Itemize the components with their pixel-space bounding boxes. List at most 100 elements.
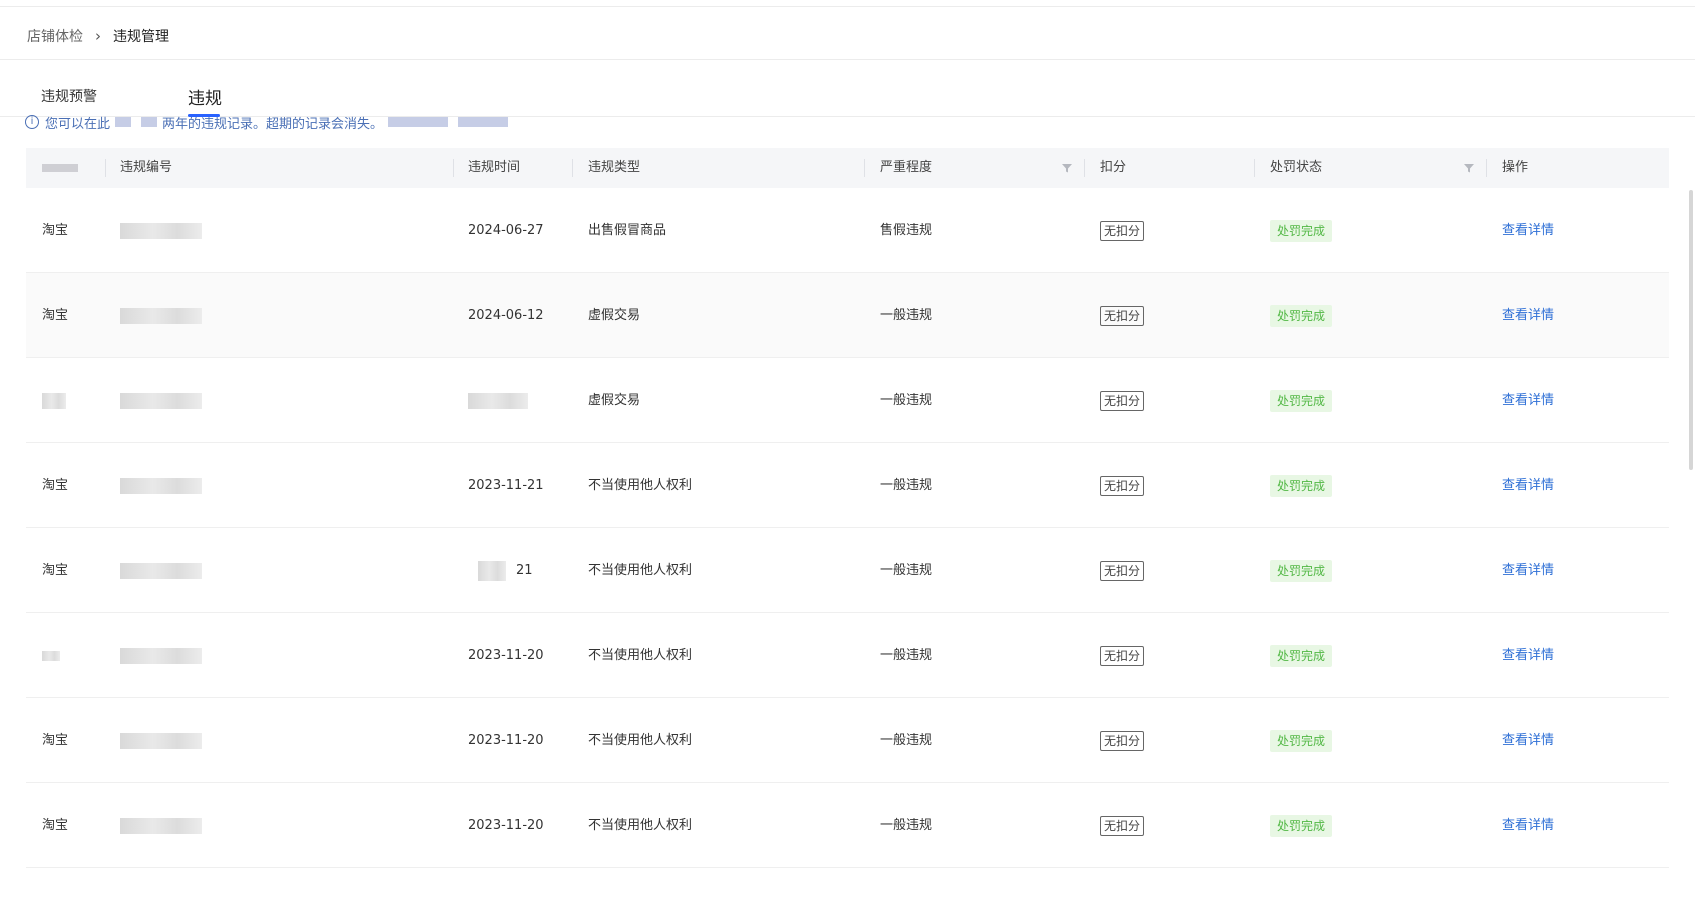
notice-text-start: 您可以在此 xyxy=(45,116,111,132)
deduct-tag: 无扣分 xyxy=(1100,645,1145,666)
table-header: 违规编号 违规时间 违规类型 严重程度 扣分 处罚状态 操作 xyxy=(26,148,1669,188)
cell-platform: 淘宝 xyxy=(42,478,69,493)
redacted-id xyxy=(120,308,202,324)
cell-status: 处罚完成 xyxy=(1270,783,1333,868)
cell-status: 处罚完成 xyxy=(1270,358,1333,443)
notice-text-mid: 两年的违规记录。超期的记录会消失。 xyxy=(162,116,384,132)
table-row: 淘宝 2023-11-21 不当使用他人权利 一般违规 无扣分 处罚完成 查看详… xyxy=(26,443,1669,528)
table-row: 虚假交易 一般违规 无扣分 处罚完成 查看详情 xyxy=(26,358,1669,443)
cell-date: 2023-11-20 xyxy=(468,818,544,833)
table-row: 2023-11-20 不当使用他人权利 一般违规 无扣分 处罚完成 查看详情 xyxy=(26,613,1669,698)
view-details-link[interactable]: 查看详情 xyxy=(1502,698,1554,783)
column-separator xyxy=(1486,159,1487,177)
breadcrumb-current: 违规管理 xyxy=(113,29,169,45)
cell-status: 处罚完成 xyxy=(1270,528,1333,613)
breadcrumb: 店铺体检 › 违规管理 xyxy=(27,26,169,46)
view-details-link[interactable]: 查看详情 xyxy=(1502,613,1554,698)
cell-type: 虚假交易 xyxy=(588,393,641,408)
header-id: 违规编号 xyxy=(120,160,173,175)
redacted-platform xyxy=(42,651,60,661)
redacted-id xyxy=(120,648,202,664)
cell-type: 出售假冒商品 xyxy=(588,223,667,238)
cell-platform: 淘宝 xyxy=(42,818,69,833)
status-badge: 处罚完成 xyxy=(1270,219,1333,242)
column-separator xyxy=(864,159,865,177)
table-row: 淘宝 21 不当使用他人权利 一般违规 无扣分 处罚完成 查看详情 xyxy=(26,528,1669,613)
header-severity: 严重程度 xyxy=(880,160,933,175)
tab-bar: 违规预警 违规 xyxy=(0,60,1695,117)
cell-deduct: 无扣分 xyxy=(1100,698,1145,783)
cell-platform: 淘宝 xyxy=(42,223,69,238)
cell-severity: 一般违规 xyxy=(880,478,933,493)
view-details-link[interactable]: 查看详情 xyxy=(1502,188,1554,273)
status-badge: 处罚完成 xyxy=(1270,474,1333,497)
column-separator xyxy=(572,159,573,177)
deduct-tag: 无扣分 xyxy=(1100,220,1145,241)
deduct-tag: 无扣分 xyxy=(1100,390,1145,411)
cell-severity: 一般违规 xyxy=(880,648,933,663)
status-badge: 处罚完成 xyxy=(1270,729,1333,752)
cell-date: 2023-11-20 xyxy=(468,733,544,748)
cell-date: 2024-06-12 xyxy=(468,308,544,323)
deduct-tag: 无扣分 xyxy=(1100,475,1145,496)
table-row: 淘宝 2023-11-20 不当使用他人权利 一般违规 无扣分 处罚完成 查看详… xyxy=(26,783,1669,868)
header-status: 处罚状态 xyxy=(1270,160,1323,175)
cell-severity: 一般违规 xyxy=(880,563,933,578)
cell-severity: 售假违规 xyxy=(880,223,933,238)
redacted-platform xyxy=(42,393,66,409)
cell-severity: 一般违规 xyxy=(880,818,933,833)
deduct-tag: 无扣分 xyxy=(1100,560,1145,581)
cell-deduct: 无扣分 xyxy=(1100,273,1145,358)
tab-violation-warning[interactable]: 违规预警 xyxy=(41,86,97,106)
cell-type: 不当使用他人权利 xyxy=(588,478,693,493)
redacted-header xyxy=(42,164,78,172)
deduct-tag: 无扣分 xyxy=(1100,730,1145,751)
cell-deduct: 无扣分 xyxy=(1100,528,1145,613)
cell-platform: 淘宝 xyxy=(42,733,69,748)
severity-filter-icon[interactable] xyxy=(1061,162,1073,174)
cell-type: 虚假交易 xyxy=(588,308,641,323)
redacted-date xyxy=(468,393,528,409)
cell-deduct: 无扣分 xyxy=(1100,783,1145,868)
cell-platform: 淘宝 xyxy=(42,308,69,323)
redacted-text xyxy=(388,117,449,127)
deduct-tag: 无扣分 xyxy=(1100,815,1145,836)
view-details-link[interactable]: 查看详情 xyxy=(1502,273,1554,358)
redacted-text xyxy=(458,117,509,127)
header-deduct: 扣分 xyxy=(1100,160,1127,175)
chevron-right-icon: › xyxy=(95,27,101,45)
info-icon: i xyxy=(25,115,39,129)
redacted-id xyxy=(120,818,202,834)
tab-violation[interactable]: 违规 xyxy=(188,84,222,109)
redacted-text xyxy=(115,117,132,127)
header-date: 违规时间 xyxy=(468,160,521,175)
cell-status: 处罚完成 xyxy=(1270,613,1333,698)
status-filter-icon[interactable] xyxy=(1463,162,1475,174)
view-details-link[interactable]: 查看详情 xyxy=(1502,783,1554,868)
cell-deduct: 无扣分 xyxy=(1100,613,1145,698)
breadcrumb-root-link[interactable]: 店铺体检 xyxy=(27,26,83,46)
table-row: 淘宝 2023-11-20 不当使用他人权利 一般违规 无扣分 处罚完成 查看详… xyxy=(26,698,1669,783)
cell-platform: 淘宝 xyxy=(42,563,69,578)
column-separator xyxy=(1084,159,1085,177)
vertical-scrollbar[interactable] xyxy=(1689,190,1693,470)
cell-severity: 一般违规 xyxy=(880,308,933,323)
cell-severity: 一般违规 xyxy=(880,393,933,408)
redacted-id xyxy=(120,223,202,239)
top-divider xyxy=(0,6,1695,7)
cell-deduct: 无扣分 xyxy=(1100,188,1145,273)
view-details-link[interactable]: 查看详情 xyxy=(1502,528,1554,613)
redacted-id xyxy=(120,563,202,579)
cell-type: 不当使用他人权利 xyxy=(588,733,693,748)
redacted-text xyxy=(141,117,158,127)
cell-date: 2024-06-27 xyxy=(468,223,544,238)
status-badge: 处罚完成 xyxy=(1270,304,1333,327)
redacted-id xyxy=(120,393,202,409)
cell-type: 不当使用他人权利 xyxy=(588,648,693,663)
status-badge: 处罚完成 xyxy=(1270,814,1333,837)
redacted-id xyxy=(120,733,202,749)
view-details-link[interactable]: 查看详情 xyxy=(1502,358,1554,443)
violation-table: 违规编号 违规时间 违规类型 严重程度 扣分 处罚状态 操作 淘宝 2024-0… xyxy=(26,148,1669,868)
view-details-link[interactable]: 查看详情 xyxy=(1502,443,1554,528)
status-badge: 处罚完成 xyxy=(1270,389,1333,412)
